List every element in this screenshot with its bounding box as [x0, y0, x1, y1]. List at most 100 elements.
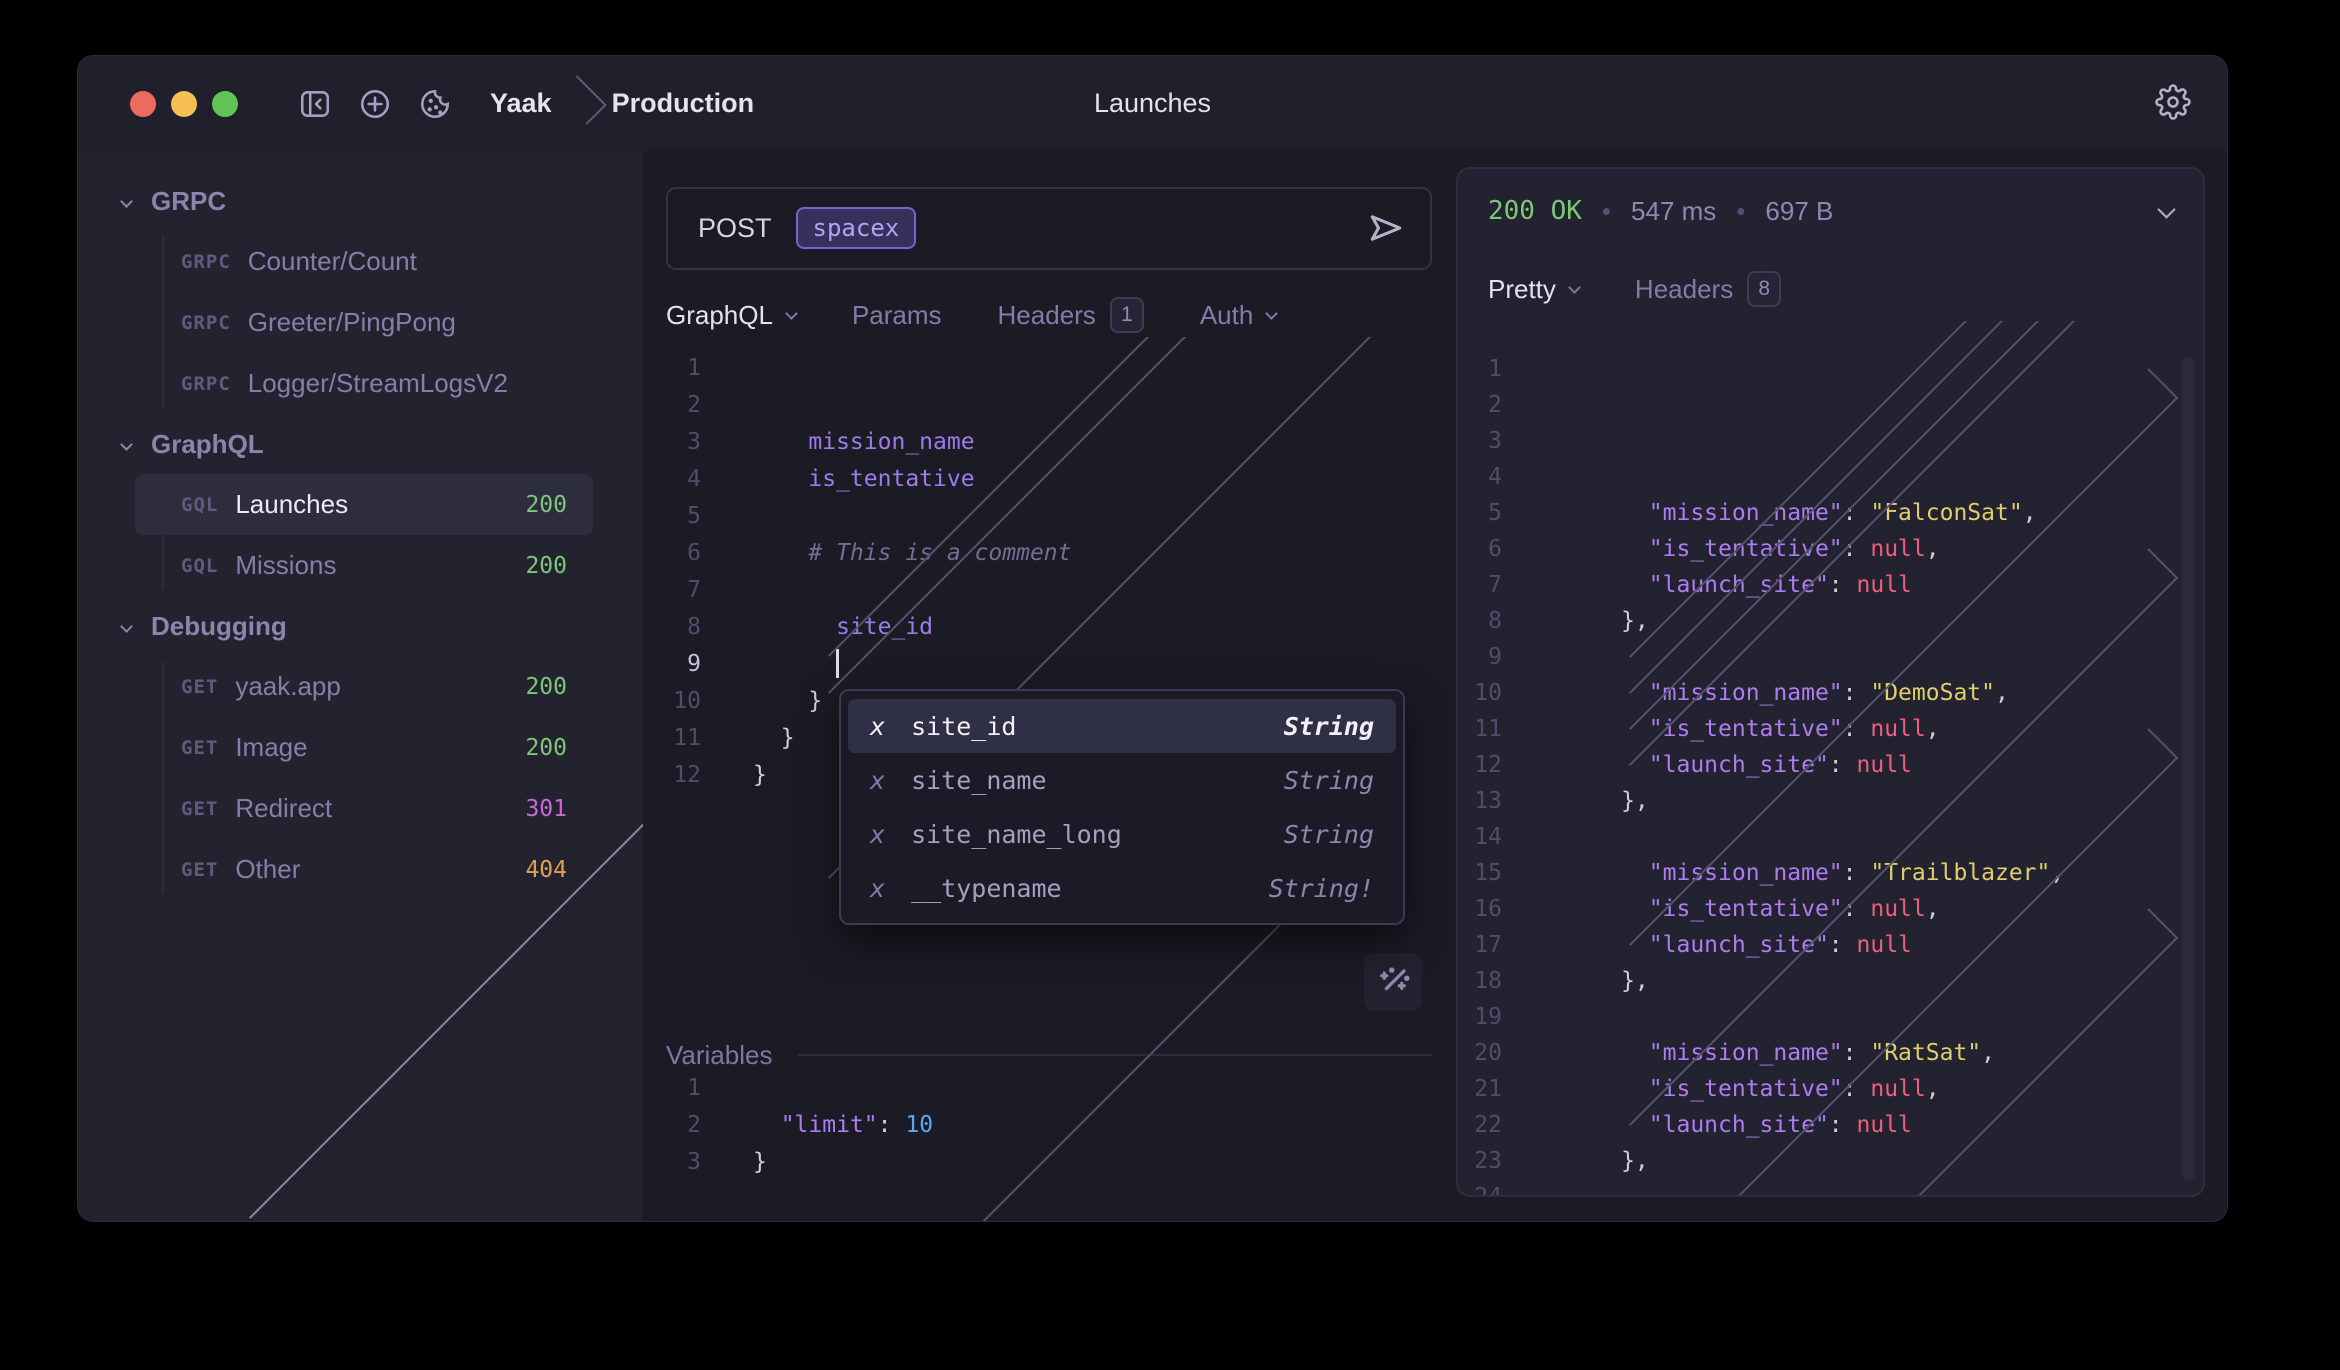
- fold-toggle-icon[interactable]: [1502, 1176, 2203, 1197]
- line-number: 10: [666, 688, 701, 714]
- sidebar-section-update-server[interactable]: Update Server: [78, 900, 643, 960]
- sidebar-section-label: GRPC: [151, 186, 226, 217]
- request-tab-auth[interactable]: Auth: [1200, 300, 1277, 331]
- fold-toggle-icon[interactable]: [701, 569, 1432, 611]
- tab-label: GraphQL: [666, 300, 773, 331]
- code-text: "mission_name": "RatSat",: [1538, 1040, 1995, 1066]
- line-number: 6: [666, 540, 701, 566]
- autocomplete-type: String: [1284, 766, 1374, 795]
- cookie-icon[interactable]: [418, 87, 452, 121]
- autocomplete-popup: xsite_idStringxsite_nameStringxsite_name…: [839, 689, 1405, 925]
- line-number: 12: [666, 762, 701, 788]
- field-kind-icon: x: [870, 874, 885, 903]
- sidebar-section-graphql[interactable]: GraphQL: [78, 414, 643, 474]
- field-kind-icon: x: [870, 766, 885, 795]
- code-text: "is_tentative": null,: [1538, 1076, 1940, 1102]
- response-tabs: Pretty Headers8: [1488, 267, 2203, 311]
- line-number: 10: [1458, 680, 1502, 706]
- line-number: 9: [666, 651, 701, 677]
- collapse-response-icon[interactable]: [2160, 203, 2173, 219]
- sidebar-item-yaak-app[interactable]: GETyaak.app200: [135, 656, 593, 717]
- tab-label: Params: [852, 300, 942, 331]
- sidebar-item-redirect[interactable]: GETRedirect301: [135, 778, 593, 839]
- breadcrumb-app[interactable]: Yaak: [490, 88, 552, 119]
- autocomplete-item-site_id[interactable]: xsite_idString: [848, 699, 1396, 753]
- sidebar-item-launches[interactable]: GQLLaunches200: [135, 474, 593, 535]
- request-name: Missions: [235, 550, 336, 581]
- breadcrumb-workspace[interactable]: Production: [612, 88, 755, 119]
- status-badge: 301: [525, 796, 567, 822]
- line-number: 19: [1458, 1004, 1502, 1030]
- request-tab-params[interactable]: Params: [852, 300, 942, 331]
- sidebar-item-missions[interactable]: GQLMissions200: [135, 535, 593, 596]
- line-number: 2: [666, 1112, 701, 1138]
- new-request-icon[interactable]: [358, 87, 392, 121]
- autocomplete-label: site_name: [911, 766, 1046, 795]
- url-bar[interactable]: POST spacex: [666, 187, 1432, 270]
- traffic-lights: [130, 91, 238, 117]
- line-number: 23: [1458, 1148, 1502, 1174]
- sidebar-item-logger-streamlogsv2[interactable]: GRPCLogger/StreamLogsV2: [135, 353, 593, 414]
- line-number: 1: [666, 1075, 701, 1101]
- sidebar-item-greeter-pingpong[interactable]: GRPCGreeter/PingPong: [135, 292, 593, 353]
- settings-gear-icon[interactable]: [2155, 84, 2191, 123]
- toggle-sidebar-icon[interactable]: [298, 87, 332, 121]
- response-line: 12 "launch_site": null: [1458, 747, 2203, 783]
- response-tab-headers[interactable]: Headers8: [1635, 271, 1781, 307]
- line-number: 15: [1458, 860, 1502, 886]
- request-tab-headers[interactable]: Headers1: [998, 297, 1144, 333]
- sidebar-item-image[interactable]: GETImage200: [135, 717, 593, 778]
- sidebar-section-debugging[interactable]: Debugging: [78, 596, 643, 656]
- response-tab-pretty[interactable]: Pretty: [1488, 274, 1579, 305]
- sidebar-section-label: Debugging: [151, 611, 287, 642]
- response-line: 23 },: [1458, 1143, 2203, 1179]
- send-request-icon[interactable]: [1366, 208, 1406, 248]
- field-kind-icon: x: [870, 820, 885, 849]
- request-tab-graphql[interactable]: GraphQL: [666, 300, 796, 331]
- line-number: 3: [1458, 428, 1502, 454]
- minimize-window-button[interactable]: [171, 91, 197, 117]
- line-number: 20: [1458, 1040, 1502, 1066]
- breadcrumb[interactable]: Yaak Production: [490, 79, 754, 128]
- response-scrollbar[interactable]: [2182, 357, 2195, 1181]
- request-method-tag: GET: [181, 676, 218, 698]
- tab-label: Auth: [1200, 300, 1254, 331]
- line-number: 18: [1458, 968, 1502, 994]
- request-name: Image: [235, 732, 307, 763]
- line-number: 14: [1458, 824, 1502, 850]
- line-number: 8: [1458, 608, 1502, 634]
- sidebar-item-counter-count[interactable]: GRPCCounter/Count: [135, 231, 593, 292]
- url-template-chip[interactable]: spacex: [796, 207, 917, 249]
- titlebar: Yaak Production Launches: [78, 56, 2227, 151]
- chevron-down-icon: [785, 307, 798, 320]
- line-number: 22: [1458, 1112, 1502, 1138]
- line-number: 5: [1458, 500, 1502, 526]
- autocomplete-item-site_name_long[interactable]: xsite_name_longString: [848, 807, 1396, 861]
- code-text: "mission_name": "Trailblazer",: [1538, 860, 2064, 886]
- code-text: "is_tentative": null,: [1538, 896, 1940, 922]
- status-badge: 200: [525, 735, 567, 761]
- request-method-tag: GRPC: [181, 251, 231, 273]
- request-tabs: GraphQL Params Headers1 Auth: [666, 294, 1432, 337]
- variables-editor[interactable]: 1{2 "limit": 103}: [666, 1069, 1432, 1180]
- window-content: GRPCGRPCCounter/CountGRPCGreeter/PingPon…: [78, 151, 2227, 1221]
- autocomplete-item-site_name[interactable]: x site_name String: [848, 753, 1396, 807]
- line-number: 4: [1458, 464, 1502, 490]
- sidebar-section-grpc[interactable]: GRPC: [78, 171, 643, 231]
- request-method-label: POST: [698, 213, 772, 244]
- response-card: 200 OK • 547 ms • 697 B PrettyHeaders8 1…: [1456, 167, 2205, 1197]
- line-number: 3: [666, 1149, 701, 1175]
- field-kind-icon: x: [870, 712, 885, 741]
- zoom-window-button[interactable]: [212, 91, 238, 117]
- request-pane: POST spacex GraphQLParamsHeaders1Auth 1q…: [643, 151, 1452, 1221]
- code-text: "launch_site": null: [1538, 752, 1912, 778]
- separator-dot: •: [1602, 196, 1611, 227]
- autocomplete-item-typename[interactable]: x__typenameString!: [848, 861, 1396, 915]
- autocomplete-type: String: [1284, 820, 1374, 849]
- response-body-viewer[interactable]: 1{2 "data": {3 "launches": [4 {5 "missio…: [1458, 321, 2203, 1197]
- fold-toggle-icon[interactable]: [701, 1067, 1476, 1109]
- close-window-button[interactable]: [130, 91, 156, 117]
- response-pane: 200 OK • 547 ms • 697 B PrettyHeaders8 1…: [1452, 151, 2227, 1221]
- sidebar-section-label: GraphQL: [151, 429, 264, 460]
- format-wand-icon[interactable]: [1364, 953, 1422, 1011]
